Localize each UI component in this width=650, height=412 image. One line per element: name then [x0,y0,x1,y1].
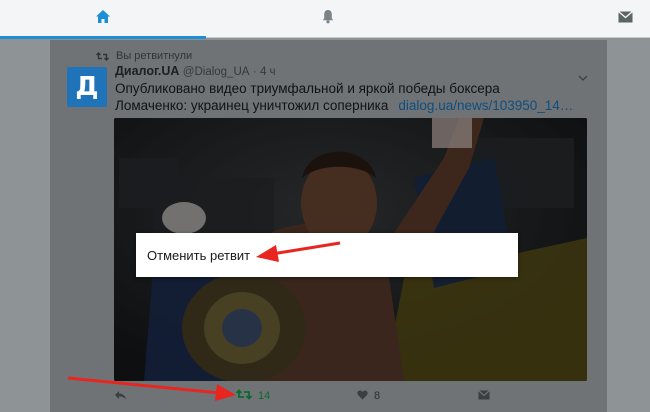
retweet-count: 14 [258,390,271,402]
like-button[interactable]: 8 [357,386,380,406]
reply-icon [114,390,127,403]
tweet-actions: 14 8 [114,386,594,406]
chevron-down-icon[interactable] [578,68,588,86]
tweet-link[interactable]: dialog.ua/news/103950_14… [398,98,573,113]
retweet-button[interactable]: 14 [235,386,271,406]
retweet-notice: Вы ретвитнули [96,49,192,63]
retweet-icon [235,389,253,403]
like-count: 8 [374,390,381,402]
avatar[interactable]: Д [67,67,107,107]
active-tab-indicator [0,36,206,39]
share-dm-button[interactable] [478,386,490,406]
reply-button[interactable] [114,386,127,406]
avatar-letter: Д [75,72,99,102]
tab-messages[interactable] [600,0,650,38]
top-navigation-bar [0,0,650,39]
envelope-icon [617,10,633,28]
tab-home[interactable] [0,0,206,39]
envelope-icon [478,389,490,403]
bell-icon [322,9,334,29]
time-separator: · [252,66,257,78]
heart-icon [357,390,368,403]
tab-notifications[interactable] [300,0,356,38]
tweet-time: 4 ч [259,66,276,78]
author-handle: @Dialog_UA [182,66,250,78]
undo-retweet-option[interactable]: Отменить ретвит [147,248,250,263]
author-name[interactable]: Диалог.UA [115,64,179,78]
retweet-notice-text: Вы ретвитнули [116,50,193,62]
retweet-small-icon [96,51,109,61]
home-icon [95,9,111,29]
tweet-text: Опубликовано видео триумфальной и яркой … [115,80,575,114]
tweet-header: Диалог.UA @Dialog_UA · 4 ч [115,64,276,78]
context-menu: Отменить ретвит [136,233,518,277]
